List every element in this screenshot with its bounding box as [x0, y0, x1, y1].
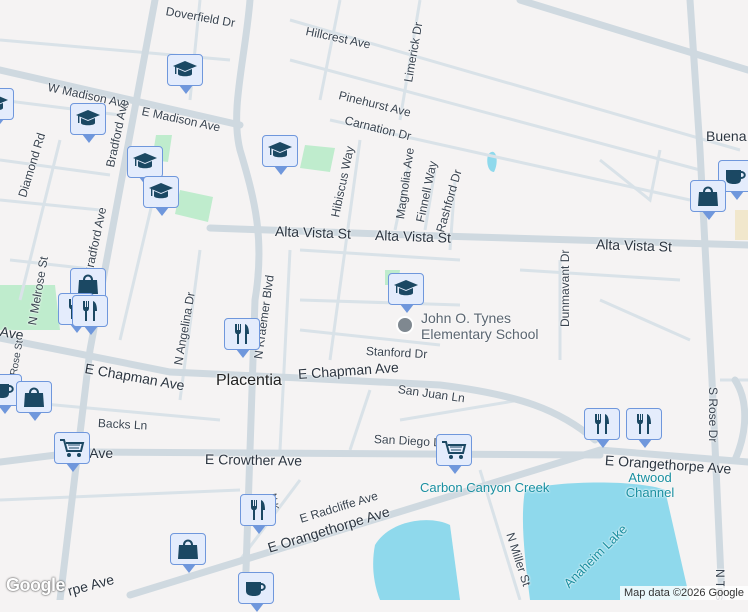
fork-knife-icon	[589, 413, 615, 435]
fork-knife-icon	[245, 499, 271, 521]
city-label: Placentia	[216, 372, 282, 389]
shopping-marker[interactable]	[170, 533, 206, 573]
creek-label: Carbon Canyon Creek	[420, 480, 550, 495]
fork-knife-icon	[631, 413, 657, 435]
grocery-marker[interactable]	[436, 434, 472, 474]
shopping-cart-icon	[441, 439, 467, 461]
restaurant-marker[interactable]	[240, 494, 276, 534]
grocery-marker[interactable]	[54, 432, 90, 472]
fork-knife-icon	[77, 300, 103, 322]
water	[373, 151, 748, 600]
school-label[interactable]: John O. Tynes Elementary School	[421, 310, 551, 342]
restaurant-marker[interactable]	[584, 408, 620, 448]
coffee-cup-icon	[243, 577, 269, 599]
pond	[373, 520, 460, 600]
school-marker[interactable]	[127, 146, 163, 186]
graduation-cap-icon	[267, 140, 293, 162]
graduation-cap-icon	[393, 278, 419, 300]
shopping-bag-icon	[695, 185, 721, 207]
shopping-bag-icon	[21, 386, 47, 408]
restaurant-marker[interactable]	[224, 318, 260, 358]
street-label: S Rose Dr	[706, 387, 720, 443]
street-label: Dunmavant Dr	[558, 249, 572, 327]
restaurant-marker[interactable]	[626, 408, 662, 448]
graduation-cap-icon	[132, 151, 158, 173]
coffee-cup-icon	[0, 379, 17, 401]
school-marker[interactable]	[262, 135, 298, 175]
shopping-bag-icon	[175, 538, 201, 560]
shopping-bag-icon	[75, 273, 101, 295]
map-attribution[interactable]: Map data ©2026 Google	[619, 586, 748, 600]
school-place-icon[interactable]	[396, 316, 414, 334]
graduation-cap-icon	[172, 59, 198, 81]
street-label: Alta Vista St	[374, 227, 452, 246]
street-label: Buena V	[706, 128, 748, 144]
school-marker[interactable]	[167, 54, 203, 94]
shopping-marker[interactable]	[16, 381, 52, 421]
street-label: Backs Ln	[97, 416, 148, 433]
graduation-cap-icon	[148, 181, 174, 203]
school-marker[interactable]	[143, 176, 179, 216]
rose-dr	[686, 0, 726, 600]
shopping-cart-icon	[59, 437, 85, 459]
upper-road	[516, 0, 748, 74]
cafe-marker[interactable]	[238, 572, 274, 612]
google-logo: Google	[6, 575, 66, 595]
street-label: Alta Vista St	[274, 223, 352, 242]
graduation-cap-icon	[0, 93, 9, 115]
street-label: E Crowther Ave	[204, 451, 303, 469]
school-marker[interactable]	[70, 103, 106, 143]
restaurant-marker[interactable]	[72, 295, 108, 335]
park	[175, 190, 213, 222]
graduation-cap-icon	[75, 108, 101, 130]
street-label: Alta Vista St	[595, 236, 673, 255]
coffee-cup-icon	[723, 165, 748, 187]
fork-knife-icon	[229, 323, 255, 345]
school-marker[interactable]	[388, 273, 424, 313]
shopping-marker[interactable]	[690, 180, 726, 220]
park	[300, 145, 335, 172]
ramp	[731, 376, 748, 464]
school-marker[interactable]	[0, 88, 14, 128]
channel-label: Atwood Channel	[625, 470, 675, 500]
